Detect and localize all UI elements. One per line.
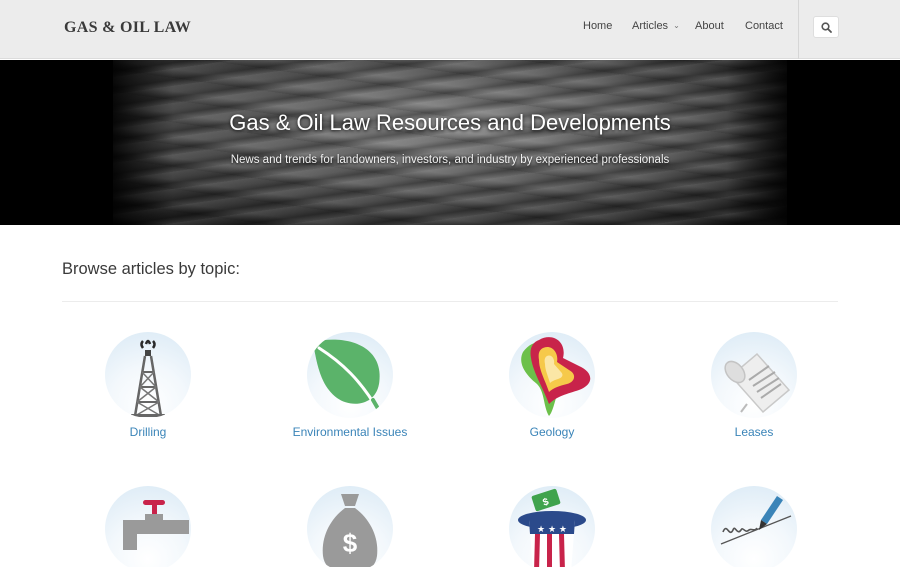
nav-contact[interactable]: Contact (745, 20, 783, 36)
nav-articles[interactable]: Articles ⌄ (632, 20, 680, 36)
search-icon (821, 22, 832, 33)
nav-articles-label: Articles (632, 20, 669, 32)
water-faucet-icon (123, 500, 189, 550)
uncle-sam-hat-icon: $ ★ ★ ★ (518, 488, 586, 567)
topic-icon-circle (509, 332, 595, 418)
map-heart-icon (521, 337, 591, 416)
topic-icon-circle (105, 486, 191, 567)
topic-geology[interactable]: Geology (472, 332, 632, 444)
topic-label: Environmental Issues (292, 425, 408, 439)
scroll-icon (724, 352, 791, 414)
header-divider (798, 0, 799, 59)
oil-derrick-icon (131, 339, 165, 417)
topic-label: Leases (734, 425, 774, 439)
nav-home[interactable]: Home (583, 20, 612, 36)
topic-icon-circle (307, 332, 393, 418)
topic-environmental-issues[interactable]: Environmental Issues (270, 332, 430, 444)
topic-icon-circle (105, 332, 191, 418)
hero-bark-texture (113, 60, 787, 225)
topic-label: Geology (529, 425, 575, 439)
section-divider (62, 301, 838, 302)
svg-text:$: $ (343, 528, 358, 558)
topic-icon-circle: $ ★ ★ ★ (509, 486, 595, 567)
topic-drilling[interactable]: Drilling (68, 332, 228, 444)
topic-icon-circle (711, 332, 797, 418)
money-bag-icon: $ (322, 494, 378, 567)
search-button[interactable] (813, 16, 839, 38)
nav-about[interactable]: About (695, 20, 724, 36)
svg-text:★ ★ ★: ★ ★ ★ (537, 525, 567, 535)
hero-banner: Gas & Oil Law Resources and Developments… (0, 60, 900, 225)
hero-subtitle: News and trends for landowners, investor… (230, 154, 670, 166)
topic-water[interactable] (68, 486, 228, 567)
site-logo[interactable]: GAS & OIL LAW (64, 19, 191, 37)
topic-leases[interactable]: Leases (674, 332, 834, 444)
leaf-icon (313, 339, 382, 414)
topic-icon-circle: $ (307, 486, 393, 567)
topic-taxes[interactable]: $ ★ ★ ★ (472, 486, 632, 567)
topic-icon-circle (711, 486, 797, 567)
topic-contracts[interactable] (674, 486, 834, 567)
chevron-down-icon: ⌄ (673, 21, 680, 30)
topic-label: Drilling (129, 425, 167, 439)
site-header: GAS & OIL LAW Home Articles ⌄ About Conta… (0, 0, 900, 59)
section-title: Browse articles by topic: (62, 260, 240, 278)
hero-title: Gas & Oil Law Resources and Developments (229, 110, 671, 135)
topic-finance[interactable]: $ (270, 486, 430, 567)
signature-pen-icon (720, 496, 792, 545)
